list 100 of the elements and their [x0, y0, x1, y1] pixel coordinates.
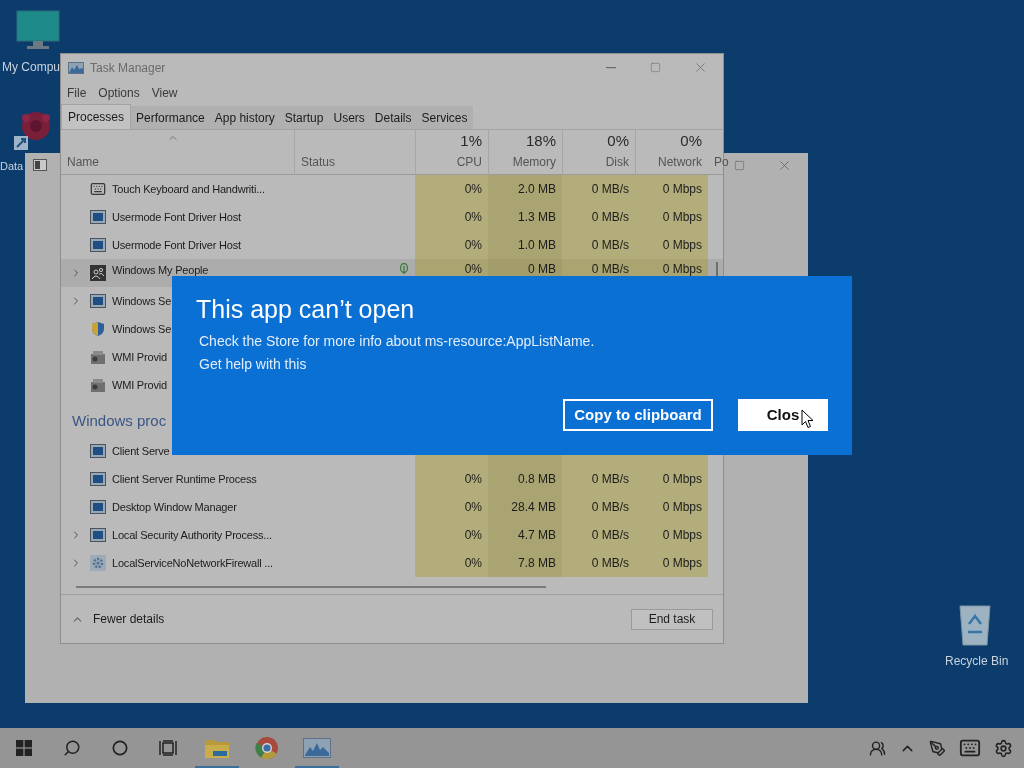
usage-cell-text: 0%: [464, 471, 482, 488]
tab[interactable]: Details: [369, 106, 417, 129]
folder-icon[interactable]: [204, 737, 230, 759]
chart-window-icon[interactable]: [303, 738, 331, 758]
tab[interactable]: Processes: [61, 104, 132, 129]
app-window-icon: [90, 528, 106, 542]
column-header[interactable]: Name: [67, 152, 294, 171]
gear-icon: [90, 555, 106, 571]
app-window-icon: [90, 444, 106, 458]
usage-percent: 0%: [680, 131, 702, 151]
maximize-icon: [650, 62, 661, 73]
usage-cell-text: 0%: [464, 555, 482, 572]
help-link[interactable]: Get help with this: [199, 354, 307, 375]
gear-box-icon: [90, 349, 106, 365]
tab[interactable]: Startup: [279, 106, 329, 129]
process-row[interactable]: Local Security Authority Process... 0% 4.7 MB 0 MB/s 0 Mbps: [61, 521, 723, 549]
usage-cell-text: 0 Mbps: [662, 471, 702, 488]
usage-cell-text: 0.8 MB: [518, 471, 556, 488]
usage-cell-text: 0 MB/s: [591, 471, 629, 488]
group-heading: Windows proc: [72, 410, 167, 431]
close-icon[interactable]: [777, 158, 792, 173]
process-row[interactable]: Usermode Font Driver Host 0% 1.3 MB 0 MB/s 0 Mbps: [61, 203, 723, 231]
dialog-button[interactable]: Clos: [738, 399, 828, 431]
menu-item[interactable]: View: [151, 84, 178, 102]
keyboard-icon[interactable]: [959, 737, 981, 759]
tab[interactable]: Services: [416, 106, 473, 129]
process-name: Client Serve: [112, 443, 170, 459]
window-title: Task Manager: [90, 59, 166, 77]
usage-cell-text: 0 Mbps: [662, 499, 702, 516]
usage-cell-text: 0 MB: [528, 261, 556, 278]
usage-cell-text: 0 Mbps: [662, 261, 702, 278]
column-header[interactable]: Status: [301, 152, 415, 171]
end-task-button[interactable]: End task: [631, 608, 713, 630]
minimize-icon: [605, 66, 616, 69]
usage-cell-text: 0 MB/s: [591, 237, 629, 254]
usage-cell-text: 7.8 MB: [518, 555, 556, 572]
process-row[interactable]: Desktop Window Manager 0% 28.4 MB 0 MB/s 0 Mbps: [61, 493, 723, 521]
pen-icon[interactable]: [929, 739, 946, 757]
process-name: Windows Se: [112, 293, 172, 309]
usage-cell-text: 0 Mbps: [662, 209, 702, 226]
app-window-icon: [90, 294, 106, 308]
process-name: Desktop Window Manager: [112, 499, 237, 515]
usage-cell-text: 0%: [464, 181, 482, 198]
task-view-icon[interactable]: [159, 740, 177, 756]
settings-icon[interactable]: [994, 738, 1013, 758]
usage-cell-text: 1.3 MB: [518, 209, 556, 226]
process-name: Usermode Font Driver Host: [112, 237, 241, 253]
maximize-icon[interactable]: [734, 160, 745, 171]
icon-label: Data: [0, 159, 24, 174]
column-header[interactable]: CPU: [456, 152, 482, 171]
usage-cell-text: 0 MB/s: [591, 499, 629, 516]
usage-cell-text: 0 Mbps: [662, 237, 702, 254]
process-name: WMI Provid: [112, 349, 167, 365]
usage-percent: 1%: [460, 131, 482, 151]
process-name: Windows My People: [112, 262, 209, 278]
usage-cell-text: 0 MB/s: [591, 209, 629, 226]
usage-cell-text: 0 MB/s: [591, 555, 629, 572]
menu-item[interactable]: File: [67, 84, 87, 102]
usage-cell-text: 0 MB/s: [591, 527, 629, 544]
tab[interactable]: Users: [328, 106, 370, 129]
process-row[interactable]: Usermode Font Driver Host 0% 1.0 MB 0 MB/s 0 Mbps: [61, 231, 723, 259]
people-icon[interactable]: [869, 739, 886, 757]
process-name: Touch Keyboard and Handwriti...: [112, 181, 265, 197]
fewer-details-toggle[interactable]: Fewer details: [71, 610, 165, 628]
usage-cell-text: 0%: [464, 261, 482, 278]
tab[interactable]: App history: [209, 106, 280, 129]
circle-icon[interactable]: [112, 740, 128, 756]
usage-cell-text: 0 Mbps: [662, 181, 702, 198]
close-icon: [693, 60, 708, 75]
usage-percent: 0%: [607, 131, 629, 151]
app-window-icon: [90, 500, 106, 514]
monitor-icon: [16, 10, 60, 50]
horizontal-scrollbar-thumb[interactable]: [76, 586, 546, 588]
process-row[interactable]: Client Server Runtime Process 0% 0.8 MB 0 MB/s 0 Mbps: [61, 465, 723, 493]
tab[interactable]: Performance: [131, 106, 210, 129]
process-name: WMI Provid: [112, 377, 167, 393]
menu-item[interactable]: Options: [98, 84, 140, 102]
mouse-cursor-icon: [801, 409, 814, 429]
usage-cell-text: 0%: [464, 499, 482, 516]
browser-icon[interactable]: [255, 736, 279, 760]
usage-cell-text: 0 Mbps: [662, 527, 702, 544]
column-header[interactable]: Memory: [512, 152, 556, 171]
dialog-title: This app can’t open: [196, 294, 416, 325]
process-name: LocalServiceNoNetworkFirewall ...: [112, 555, 273, 571]
process-row[interactable]: LocalServiceNoNetworkFirewall ... 0% 7.8 MB 0 MB/s 0 Mbps: [61, 549, 723, 577]
dialog-button[interactable]: Copy to clipboard: [563, 399, 713, 431]
windows-logo-icon[interactable]: [16, 740, 32, 756]
shield-icon: [90, 321, 106, 337]
icon-label: Recycle Bin: [945, 653, 1009, 670]
column-header[interactable]: Disk: [605, 152, 629, 171]
process-name: Windows Se: [112, 321, 172, 337]
usage-cell-text: 0%: [464, 237, 482, 254]
column-header[interactable]: Network: [658, 152, 702, 171]
usage-cell-text: 0 MB/s: [591, 261, 629, 278]
usage-cell-text: 0%: [464, 527, 482, 544]
people-icon: [90, 265, 106, 281]
process-row[interactable]: Touch Keyboard and Handwriti... 0% 2.0 MB 0 MB/s 0 Mbps: [61, 175, 723, 203]
gear-box-icon: [90, 377, 106, 393]
search-icon[interactable]: [63, 739, 81, 757]
usage-cell-text: 0 MB/s: [591, 181, 629, 198]
